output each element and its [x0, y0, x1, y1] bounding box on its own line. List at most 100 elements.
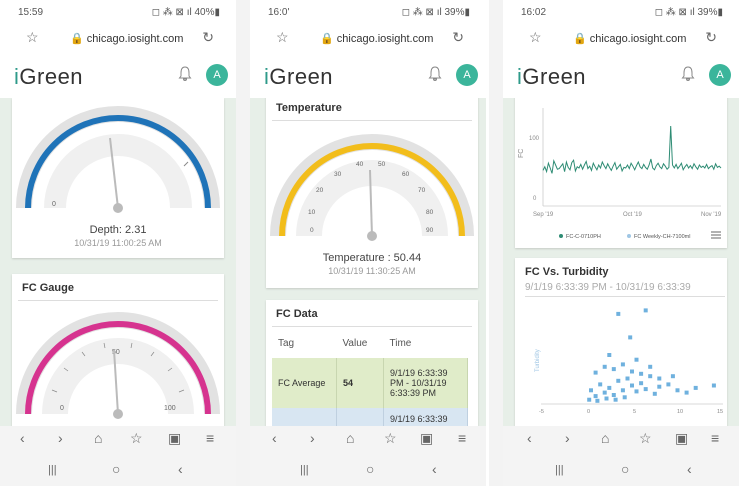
menu-icon[interactable]: ≡: [206, 430, 214, 446]
back-button[interactable]: ‹: [272, 430, 277, 446]
recent-apps-button[interactable]: |||: [300, 464, 309, 476]
tabs-icon[interactable]: ▣: [675, 430, 688, 447]
igreen-logo[interactable]: iGreen: [264, 64, 333, 90]
fc-gauge-title: FC Gauge: [18, 274, 218, 301]
legend-entry[interactable]: FC-C-0710PH: [566, 234, 601, 240]
bookmarks-icon[interactable]: ☆: [384, 430, 397, 447]
scatter-point: [607, 385, 612, 390]
bell-icon[interactable]: [428, 66, 442, 82]
column-header-tag: Tag: [278, 337, 295, 349]
temperature-value: Temperature : 50.44: [322, 252, 422, 264]
browser-url-bar[interactable]: ☆ 🔒 chicago.iosight.com ↻: [0, 24, 236, 54]
bell-icon[interactable]: [681, 66, 695, 82]
scatter-point: [657, 376, 662, 381]
table-row: FC Average 54 9/1/19 6:33:39 PM - 10/31/…: [272, 358, 468, 408]
bookmarks-icon[interactable]: ☆: [639, 430, 652, 447]
fc-data-card: FC Data Tag Value Time FC Average 54 9/1…: [266, 300, 478, 426]
dashboard-content: FC 100 0 Sep '19 Oct '19 Nov '19 FC-C-07…: [503, 98, 739, 426]
scatter-point: [630, 369, 634, 374]
recent-apps-button[interactable]: |||: [555, 464, 564, 476]
status-bar: 16:0' ◻ ⁂ ⊠ ıl 39%▮: [250, 0, 486, 22]
system-back-button[interactable]: ‹: [432, 461, 437, 477]
system-back-button[interactable]: ‹: [178, 461, 183, 477]
scatter-point: [657, 384, 662, 389]
scatter-point: [693, 385, 698, 390]
home-icon[interactable]: ⌂: [601, 430, 609, 446]
scatter-point: [652, 391, 657, 396]
user-avatar[interactable]: A: [456, 64, 478, 86]
dashboard-content: Temperature 0 10 20 30 40 50 60 70 80 90 Temper…: [250, 98, 486, 426]
system-home-button[interactable]: ○: [621, 461, 629, 477]
tabs-icon[interactable]: ▣: [168, 430, 181, 447]
app-header: iGreen A: [503, 56, 739, 98]
system-nav-bar: ||| ○ ‹: [250, 454, 486, 486]
status-bar: 15:59 ◻ ⁂ ⊠ ıl 40%▮: [0, 0, 236, 22]
svg-text:80: 80: [426, 209, 434, 216]
bookmark-star-icon[interactable]: ☆: [276, 29, 289, 46]
dashboard-content: 0 Depth: 2.31 10/31/19 11:00:25 AM FC Ga…: [0, 98, 236, 426]
scatter-point: [628, 335, 633, 340]
legend-entry[interactable]: FC Weekly-CH-7100ml: [634, 234, 690, 240]
system-home-button[interactable]: ○: [112, 461, 120, 477]
system-home-button[interactable]: ○: [366, 461, 374, 477]
forward-button[interactable]: ›: [58, 430, 63, 446]
user-avatar[interactable]: A: [709, 64, 731, 86]
scatter-point: [639, 381, 644, 386]
scatter-point: [634, 389, 639, 394]
chart-menu-icon[interactable]: [711, 231, 721, 239]
scatter-point: [622, 395, 627, 400]
fc-vs-turbidity-scatter: Turbidity -5 0 5 10 15: [535, 308, 723, 415]
igreen-logo[interactable]: iGreen: [14, 64, 83, 90]
screen-divider: [489, 0, 503, 486]
url-text[interactable]: 🔒 chicago.iosight.com: [70, 32, 183, 45]
phone-screen-3: 16:02 ◻ ⁂ ⊠ ıl 39%▮ ☆ 🔒 chicago.iosight.…: [503, 0, 739, 486]
tabs-icon[interactable]: ▣: [420, 430, 433, 447]
column-header-time: Time: [389, 337, 412, 349]
bookmark-star-icon[interactable]: ☆: [26, 29, 39, 46]
forward-button[interactable]: ›: [310, 430, 315, 446]
svg-text:0: 0: [60, 405, 64, 412]
browser-url-bar[interactable]: ☆ 🔒 chicago.iosight.com ↻: [250, 24, 486, 54]
url-text[interactable]: 🔒 chicago.iosight.com: [320, 32, 433, 45]
scatter-point: [648, 374, 653, 379]
recent-apps-button[interactable]: |||: [48, 464, 57, 476]
user-avatar[interactable]: A: [206, 64, 228, 86]
scatter-point: [711, 383, 716, 388]
igreen-logo[interactable]: iGreen: [517, 64, 586, 90]
scatter-point: [666, 382, 671, 387]
scatter-point: [620, 362, 625, 367]
back-button[interactable]: ‹: [20, 430, 25, 446]
bookmark-star-icon[interactable]: ☆: [529, 29, 542, 46]
menu-icon[interactable]: ≡: [458, 430, 466, 446]
reload-icon[interactable]: ↻: [202, 29, 214, 46]
scatter-point: [643, 387, 648, 392]
bell-icon[interactable]: [178, 66, 192, 82]
temperature-gauge: 0 10 20 30 40 50 60 70 80 90: [270, 134, 474, 241]
scatter-point: [634, 357, 639, 362]
phone-screen-1: 15:59 ◻ ⁂ ⊠ ıl 40%▮ ☆ 🔒 chicago.iosight.…: [0, 0, 236, 486]
menu-icon[interactable]: ≡: [711, 430, 719, 446]
depth-value: Depth: 2.31: [89, 224, 147, 236]
fc-data-table: Tag Value Time FC Average 54 9/1/19 6:33…: [272, 328, 468, 426]
scatter-point: [639, 371, 644, 376]
forward-button[interactable]: ›: [565, 430, 570, 446]
phone-screen-2: 16:0' ◻ ⁂ ⊠ ıl 39%▮ ☆ 🔒 chicago.iosight.…: [250, 0, 486, 486]
reload-icon[interactable]: ↻: [705, 29, 717, 46]
svg-text:100: 100: [164, 405, 176, 412]
url-text[interactable]: 🔒 chicago.iosight.com: [573, 32, 686, 45]
home-icon[interactable]: ⌂: [94, 430, 102, 446]
cell-value: [336, 408, 384, 426]
reload-icon[interactable]: ↻: [452, 29, 464, 46]
scatter-point: [595, 398, 600, 403]
bookmarks-icon[interactable]: ☆: [130, 430, 143, 447]
cell-value: 54: [336, 358, 384, 408]
browser-url-bar[interactable]: ☆ 🔒 chicago.iosight.com ↻: [503, 24, 739, 54]
system-back-button[interactable]: ‹: [687, 461, 692, 477]
y-tick-label: 0: [533, 196, 537, 202]
y-tick-label: 100: [529, 136, 540, 142]
scatter-title: FC Vs. Turbidity: [525, 266, 609, 278]
fc-gauge: 0 50 100: [16, 312, 220, 419]
back-button[interactable]: ‹: [527, 430, 532, 446]
legend-marker: [559, 234, 563, 238]
home-icon[interactable]: ⌂: [346, 430, 354, 446]
